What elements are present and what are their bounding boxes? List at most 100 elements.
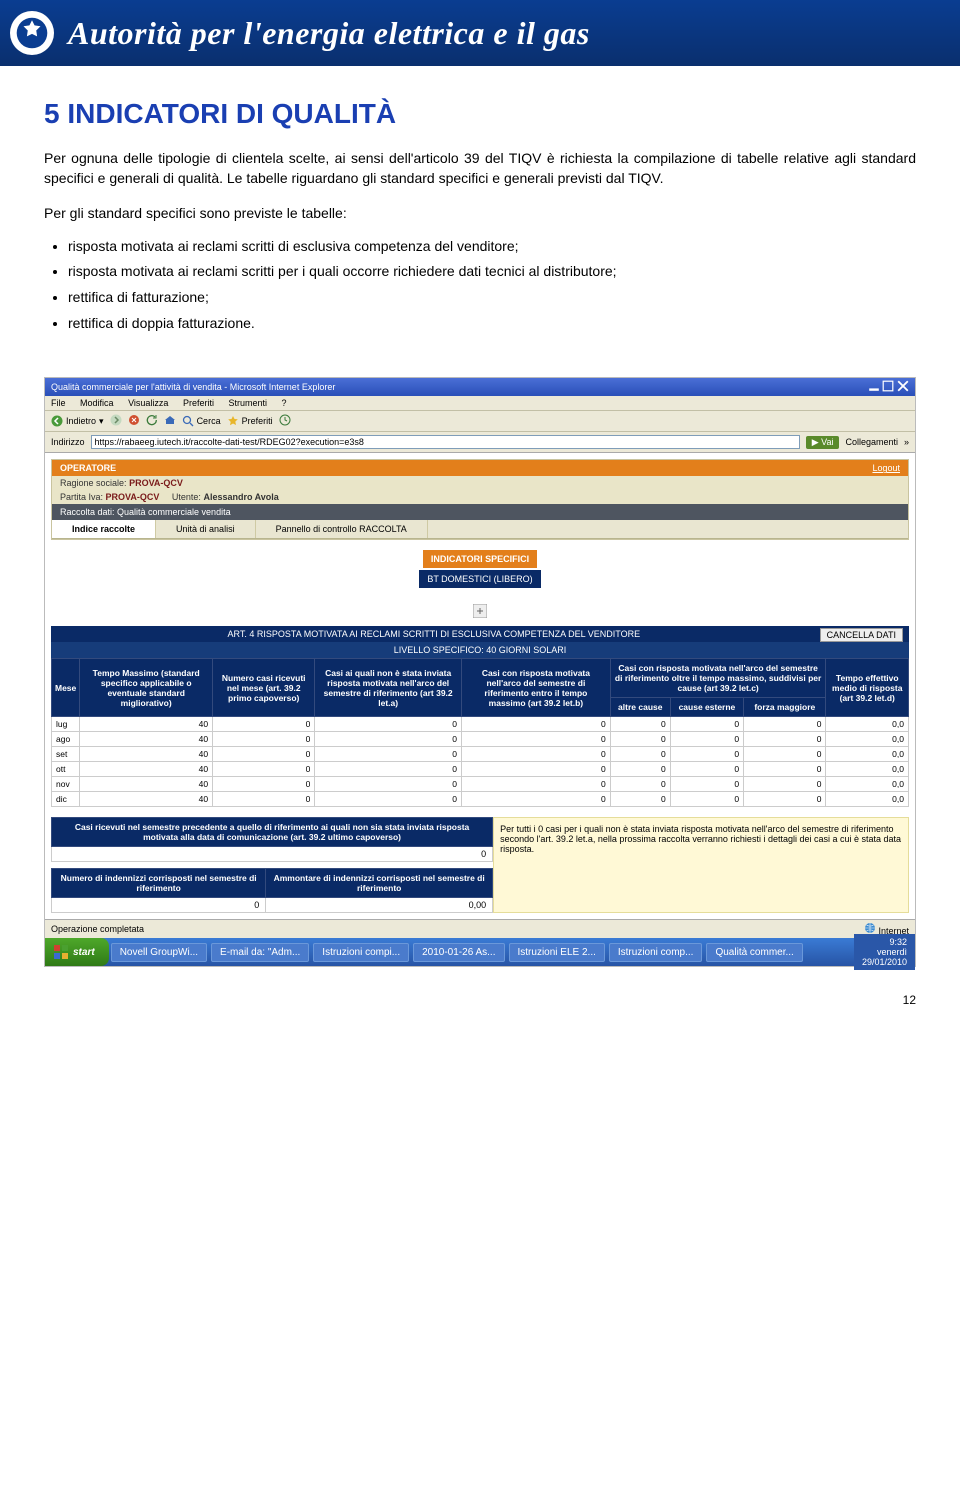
- cell-value: 0: [315, 762, 462, 777]
- cell-value: 0: [213, 792, 315, 807]
- menu-help[interactable]: ?: [282, 398, 287, 408]
- ragione-value: PROVA-QCV: [129, 478, 183, 488]
- section-heading: 5 INDICATORI DI QUALITÀ: [44, 98, 916, 130]
- url-input[interactable]: [91, 435, 800, 449]
- table-title: ART. 4 RISPOSTA MOTIVATA AI RECLAMI SCRI…: [51, 626, 909, 642]
- col-tempo-eff: Tempo effettivo medio di risposta (art 3…: [826, 659, 909, 717]
- tab-panel: Indice raccolte Unità di analisi Pannell…: [52, 520, 908, 539]
- col-forza: forza maggiore: [744, 698, 826, 717]
- data-table: Mese Tempo Massimo (standard specifico a…: [51, 658, 909, 807]
- history-icon[interactable]: [279, 414, 291, 428]
- taskbar-item[interactable]: Istruzioni ELE 2...: [509, 943, 605, 962]
- cell-mese: ago: [52, 732, 80, 747]
- cell-value: 0: [610, 777, 670, 792]
- cell-value: 0: [462, 762, 611, 777]
- menu-tools[interactable]: Strumenti: [228, 398, 267, 408]
- document-content: 5 INDICATORI DI QUALITÀ Per ognuna delle…: [0, 66, 960, 357]
- emblem-icon: [10, 11, 54, 55]
- cell-value: 0: [610, 717, 670, 732]
- cell-value: 0: [315, 732, 462, 747]
- menu-edit[interactable]: Modifica: [80, 398, 114, 408]
- cell-value: 0: [610, 732, 670, 747]
- ind-value: 0: [52, 898, 266, 913]
- cell-value: 0: [610, 792, 670, 807]
- col-nonrisposta: Casi ai quali non è stata inviata rispos…: [315, 659, 462, 717]
- favorites-button[interactable]: Preferiti: [227, 415, 273, 427]
- cell-value: 0: [213, 732, 315, 747]
- cell-value: 0: [670, 747, 743, 762]
- status-text: Operazione completata: [51, 924, 144, 934]
- taskbar-item[interactable]: E-mail da: "Adm...: [211, 943, 309, 962]
- cell-value: 40: [80, 762, 213, 777]
- amm-header: Ammontare di indennizzi corrisposti nel …: [266, 869, 493, 898]
- table-row: set400000000,0: [52, 747, 909, 762]
- screenshot: Qualità commerciale per l'attività di ve…: [44, 377, 916, 967]
- expand-icon[interactable]: [51, 598, 909, 626]
- cell-value: 0: [610, 762, 670, 777]
- taskbar-item[interactable]: Istruzioni comp...: [609, 943, 703, 962]
- go-button[interactable]: ▶ Vai: [806, 436, 840, 449]
- utente-label: Utente:: [172, 492, 201, 502]
- col-entro: Casi con risposta motivata nell'arco del…: [462, 659, 611, 717]
- indicatori-sub: BT DOMESTICI (LIBERO): [419, 570, 540, 588]
- links-label: Collegamenti: [845, 437, 898, 447]
- address-bar: Indirizzo ▶ Vai Collegamenti »: [45, 432, 915, 453]
- cell-value: 40: [80, 732, 213, 747]
- cell-value: 0: [744, 762, 826, 777]
- cell-value: 0: [744, 717, 826, 732]
- taskbar-item[interactable]: Istruzioni compi...: [313, 943, 409, 962]
- operatore-label: OPERATORE: [60, 463, 116, 473]
- logout-link[interactable]: Logout: [872, 463, 900, 473]
- address-label: Indirizzo: [51, 437, 85, 447]
- toolbar: Indietro ▾ Cerca Preferiti: [45, 411, 915, 432]
- back-button[interactable]: Indietro ▾: [51, 415, 104, 427]
- col-group: Casi con risposta motivata nell'arco del…: [610, 659, 826, 698]
- clock-day: venerdì: [862, 947, 907, 957]
- table-sub: LIVELLO SPECIFICO: 40 GIORNI SOLARI: [51, 642, 909, 658]
- block-title: INDICATORI SPECIFICI BT DOMESTICI (LIBER…: [51, 540, 909, 598]
- menu-favorites[interactable]: Preferiti: [183, 398, 214, 408]
- cell-mese: dic: [52, 792, 80, 807]
- amm-value: 0,00: [266, 898, 493, 913]
- cell-value: 40: [80, 747, 213, 762]
- piva-label: Partita Iva:: [60, 492, 103, 502]
- clock-time: 9:32: [862, 937, 907, 947]
- forward-button[interactable]: [110, 414, 122, 428]
- paragraph-2: Per gli standard specifici sono previste…: [44, 203, 916, 223]
- table-row: ago400000000,0: [52, 732, 909, 747]
- tab-indice[interactable]: Indice raccolte: [52, 520, 156, 538]
- cell-value: 40: [80, 777, 213, 792]
- stop-icon[interactable]: [128, 414, 140, 428]
- cell-value: 0: [462, 747, 611, 762]
- taskbar-item[interactable]: Qualità commer...: [706, 943, 802, 962]
- taskbar-item[interactable]: 2010-01-26 As...: [413, 943, 504, 962]
- list-item: risposta motivata ai reclami scritti per…: [68, 262, 916, 282]
- window-controls[interactable]: [868, 380, 909, 394]
- cell-value: 40: [80, 792, 213, 807]
- search-button[interactable]: Cerca: [182, 415, 221, 427]
- cell-value: 0,0: [826, 762, 909, 777]
- window-title: Qualità commerciale per l'attività di ve…: [51, 382, 335, 392]
- table-row: ott400000000,0: [52, 762, 909, 777]
- cell-value: 0: [315, 792, 462, 807]
- window-titlebar: Qualità commerciale per l'attività di ve…: [45, 378, 915, 396]
- start-button[interactable]: start: [45, 938, 109, 966]
- cancella-button[interactable]: CANCELLA DATI: [820, 628, 903, 642]
- app-header: OPERATORE Logout Ragione sociale: PROVA-…: [51, 459, 909, 540]
- table-row: dic400000000,0: [52, 792, 909, 807]
- menu-bar[interactable]: File Modifica Visualizza Preferiti Strum…: [45, 396, 915, 411]
- tab-unita[interactable]: Unità di analisi: [156, 520, 256, 538]
- menu-file[interactable]: File: [51, 398, 66, 408]
- tab-pannello[interactable]: Pannello di controllo RACCOLTA: [256, 520, 428, 538]
- system-tray[interactable]: 9:32 venerdì 29/01/2010: [854, 934, 915, 970]
- menu-view[interactable]: Visualizza: [128, 398, 168, 408]
- raccolta-label: Raccolta dati: Qualità commerciale vendi…: [52, 504, 908, 520]
- piva-value: PROVA-QCV: [106, 492, 160, 502]
- home-icon[interactable]: [164, 414, 176, 428]
- cell-value: 40: [80, 717, 213, 732]
- refresh-icon[interactable]: [146, 414, 158, 428]
- cell-value: 0: [670, 732, 743, 747]
- paragraph-1: Per ognuna delle tipologie di clientela …: [44, 148, 916, 189]
- cell-value: 0: [744, 747, 826, 762]
- taskbar-item[interactable]: Novell GroupWi...: [111, 943, 207, 962]
